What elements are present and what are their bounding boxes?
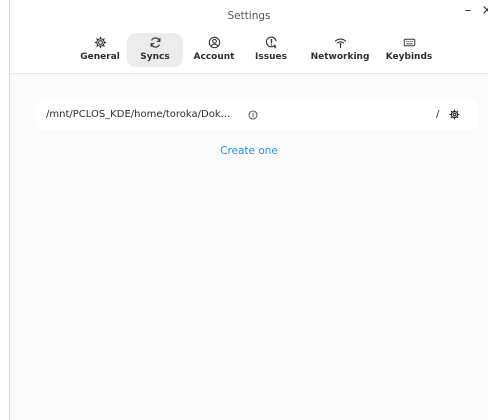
minimize-button[interactable]: –: [461, 4, 475, 18]
account-icon: [208, 36, 220, 49]
gear-icon: [94, 36, 106, 49]
tab-networking-label: Networking: [310, 52, 370, 62]
close-button[interactable]: ×: [480, 4, 488, 18]
tab-keybinds-label: Keybinds: [385, 52, 433, 62]
tab-bar: General Syncs Account Issues Networking …: [10, 33, 488, 67]
tab-networking[interactable]: Networking: [308, 33, 372, 67]
tab-general[interactable]: General: [80, 33, 120, 67]
syncs-page: /mnt/PCLOS_KDE/home/toroka/Dok... / Crea…: [10, 75, 488, 420]
tab-issues[interactable]: Issues: [250, 33, 292, 67]
wifi-icon: [334, 38, 346, 49]
settings-window: Settings – × General Syncs Account Issue…: [9, 0, 488, 420]
sync-folder-row[interactable]: /mnt/PCLOS_KDE/home/toroka/Dok... /: [36, 100, 479, 130]
header-bar: Settings – × General Syncs Account Issue…: [10, 0, 488, 74]
tab-keybinds[interactable]: Keybinds: [385, 33, 433, 67]
tab-syncs-label: Syncs: [140, 52, 170, 62]
window-title: Settings: [227, 10, 271, 22]
sync-local-path: /mnt/PCLOS_KDE/home/toroka/Dok...: [46, 109, 231, 120]
create-sync-link[interactable]: Create one: [10, 145, 488, 157]
gear-icon[interactable]: [449, 109, 460, 120]
keyboard-icon: [403, 38, 415, 47]
sync-remote-path: /: [436, 109, 440, 120]
tab-issues-label: Issues: [255, 52, 287, 62]
info-icon[interactable]: [248, 110, 258, 120]
tab-syncs[interactable]: Syncs: [127, 33, 183, 67]
tab-account[interactable]: Account: [191, 33, 237, 67]
tab-account-label: Account: [193, 52, 235, 62]
sync-icon: [150, 37, 160, 48]
tab-general-label: General: [80, 52, 120, 62]
issues-icon: [265, 36, 277, 49]
